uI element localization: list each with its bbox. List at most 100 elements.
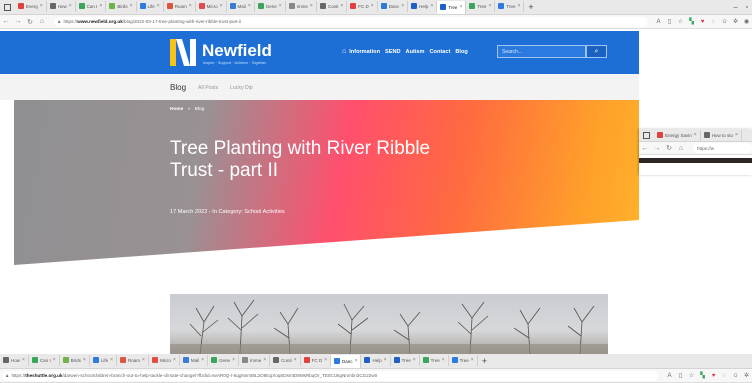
back-icon[interactable]: ← [0,18,12,25]
tab-close-icon[interactable]: × [517,3,520,9]
top-tab[interactable]: Gene × [255,0,286,12]
top-tab[interactable]: How × [47,0,76,12]
search-input[interactable]: Search... [497,45,586,58]
tab-close-icon[interactable]: × [173,357,176,363]
breadcrumb-blog[interactable]: Blog [195,107,205,112]
top-tab[interactable]: Imme × [286,0,317,12]
home-nav-icon[interactable]: ⌂ [342,48,346,55]
top-tab[interactable]: Can I × [76,0,107,12]
collections-icon[interactable]: ✩ [719,18,730,25]
tab-close-icon[interactable]: × [384,357,387,363]
tab-close-icon[interactable]: × [157,3,160,9]
tab-close-icon[interactable]: × [189,3,192,9]
url-field[interactable]: 🔒︎ https://www.newfield.org.uk/blog/2022… [54,16,647,27]
bottom-tab[interactable]: FC D × [301,354,332,366]
tab-close-icon[interactable]: × [310,3,313,9]
reading-view-icon[interactable]: ▯ [664,18,675,25]
top-tab[interactable]: Danc × [378,0,409,12]
bottom-tab[interactable]: Can I × [29,354,60,366]
tab-close-icon[interactable]: × [401,3,404,9]
top-tab[interactable]: Life × [137,0,164,12]
third-browser-window[interactable]: How × Can I × Birds × Life × Roam × Micro × Mail ×… [0,354,752,383]
bottom-collections-icon[interactable]: ✩ [730,372,741,379]
tab-close-icon[interactable]: × [294,357,297,363]
favorites-icon[interactable]: ☆ [675,18,686,25]
nav-contact[interactable]: Contact [430,49,451,55]
second-window-menu-icon[interactable] [643,131,650,139]
tab-close-icon[interactable]: × [471,357,474,363]
tab-close-icon[interactable]: × [69,3,72,9]
top-tab[interactable]: Tree × [437,0,467,14]
tab-close-icon[interactable]: × [22,357,25,363]
tab-close-icon[interactable]: × [83,357,86,363]
top-tab[interactable]: Tree × [495,0,525,12]
tab-close-icon[interactable]: × [735,132,738,138]
bottom-url-field[interactable]: 🔒︎ https://theshuttle.org.uk/darwen-scho… [2,370,658,381]
extensions-icon[interactable]: ✲ [730,18,741,25]
top-tab[interactable]: Everg × [15,0,47,12]
bottom-reading-view-icon[interactable]: ▯ [675,372,686,379]
tab-close-icon[interactable]: × [110,357,113,363]
tab-close-icon[interactable]: × [340,3,343,9]
tab-close-icon[interactable]: × [371,3,374,9]
window-menu-icon[interactable] [4,3,11,11]
forward-icon[interactable]: → [12,18,24,25]
bottom-tab[interactable]: Micro × [149,354,180,366]
tab-close-icon[interactable]: × [220,3,223,9]
site-brand[interactable]: Newfield [202,41,272,61]
tab-close-icon[interactable]: × [130,3,133,9]
bottom-extensions-icon[interactable]: ✲ [741,372,752,379]
tab-close-icon[interactable]: × [694,132,697,138]
top-tab[interactable]: Birds × [106,0,137,12]
bottom-tab[interactable]: Tree × [391,354,420,366]
bottom-tab[interactable]: How × [0,354,29,366]
bottom-extension-icon[interactable]: ▚ [697,372,708,379]
second-url-field[interactable]: https://w [693,143,752,153]
tab-close-icon[interactable]: × [413,357,416,363]
second-tab[interactable]: How to sto × [701,129,742,141]
bottom-refresh-extension-icon[interactable]: ◌ [719,373,730,379]
nav-send[interactable]: SEND [385,49,401,55]
tab-close-icon[interactable]: × [279,3,282,9]
top-tab[interactable]: Micro × [196,0,227,12]
bottom-tab[interactable]: Life × [90,354,117,366]
tab-close-icon[interactable]: × [355,358,358,364]
tab-close-icon[interactable]: × [201,357,204,363]
nav-information[interactable]: Information [349,49,380,55]
pocket-icon[interactable]: ♥ [697,19,708,25]
tab-close-icon[interactable]: × [142,357,145,363]
top-tab[interactable]: Help × [408,0,438,12]
bottom-pocket-icon[interactable]: ♥ [708,373,719,379]
bottom-tab[interactable]: Tree × [449,354,478,366]
second-tab[interactable]: Energy Savin × [654,129,701,141]
bottom-tab[interactable]: Danc × [331,354,362,368]
second-back-icon[interactable]: ← [639,145,651,152]
bottom-read-aloud-icon[interactable]: A [664,373,675,379]
bottom-tab[interactable]: Conti × [270,354,301,366]
tab-close-icon[interactable]: × [99,3,102,9]
tab-close-icon[interactable]: × [488,3,491,9]
subnav-lucky-dip[interactable]: Lucky Dip [230,85,253,91]
tab-close-icon[interactable]: × [459,4,462,10]
bottom-new-tab-button[interactable]: + [478,356,491,366]
bottom-tab[interactable]: Roam × [117,354,149,366]
reload-icon[interactable]: ↻ [24,18,36,26]
tab-close-icon[interactable]: × [263,357,266,363]
tab-close-icon[interactable]: × [53,357,56,363]
bottom-tab[interactable]: Mail × [180,354,209,366]
top-tab[interactable]: Tree × [466,0,496,12]
extension-icon[interactable]: ▚ [686,18,697,25]
tab-close-icon[interactable]: × [248,3,251,9]
second-reload-icon[interactable]: ↻ [663,144,675,152]
minimize-icon[interactable]: – [730,4,742,11]
tab-close-icon[interactable]: × [442,357,445,363]
tab-close-icon[interactable]: × [430,3,433,9]
second-browser-window[interactable]: Energy Savin × How to sto × ← → ↻ ⌂ https:/… [639,129,752,175]
read-aloud-icon[interactable]: A [653,19,664,25]
subnav-title[interactable]: Blog [170,83,186,92]
new-tab-button[interactable]: + [524,2,537,12]
top-tab[interactable]: Roam × [164,0,196,12]
bottom-tab[interactable]: Birds × [60,354,90,366]
search-button[interactable]: ⌕ [586,45,607,58]
subnav-all-posts[interactable]: All Posts [198,85,218,91]
